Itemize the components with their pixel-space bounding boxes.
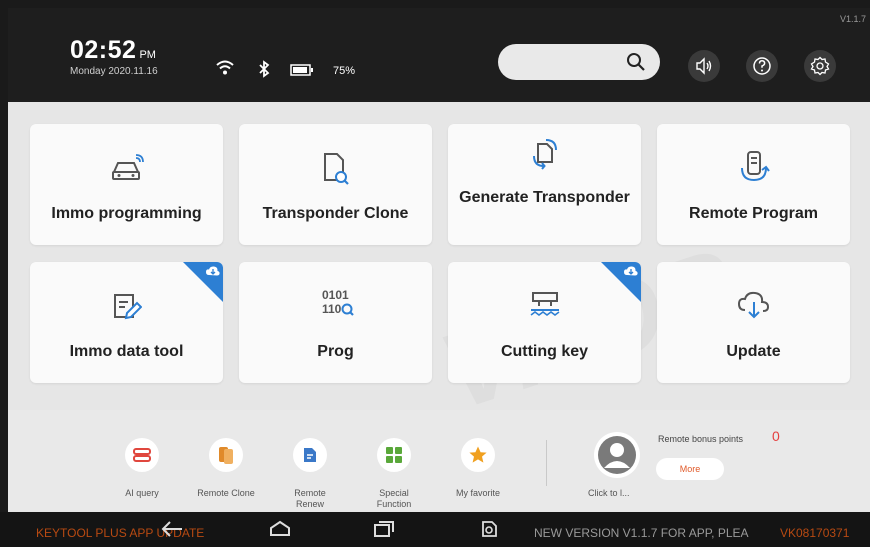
more-button[interactable]: More [656,458,724,480]
system-navigation-bar: KEYTOOL PLUS APP UPDATE NEW VERSION V1.1… [0,512,870,547]
home-icon[interactable] [268,520,292,543]
tile-label: Update [726,343,781,360]
cloud-download-icon [206,265,220,283]
ticker-message-right: NEW VERSION V1.1.7 FOR APP, PLEA [534,526,749,540]
tile-immo-programming[interactable]: Immo programming [30,124,223,245]
tool-remote-clone[interactable]: Remote Clone [196,430,256,499]
clock-date: Monday 2020.11.16 [70,66,158,77]
tile-label: Generate Transponder [459,189,630,206]
volume-button[interactable] [688,50,720,82]
tool-label: Special Function [376,488,412,509]
car-icon [110,154,144,189]
key-cutting-icon [527,290,563,325]
tile-label: Cutting key [500,343,589,360]
tool-special-function[interactable]: Special Function [364,430,424,510]
tile-generate-transponder[interactable]: Generate Transponder [448,124,641,245]
tile-label: Remote Program [689,205,818,222]
clock-ampm: PM [139,49,156,61]
remote-renew-icon [293,438,327,472]
help-button[interactable] [746,50,778,82]
toolbar-divider [546,440,547,486]
cloud-download-icon [624,265,638,283]
tile-prog[interactable]: 0101 110 Prog [239,262,432,383]
login-label[interactable]: Click to l... [588,488,630,498]
wifi-icon [216,60,234,81]
search-icon[interactable] [626,52,646,77]
user-avatar[interactable] [594,432,640,478]
top-status-bar: V1.1.7 02:52 PM Monday 2020.11.16 75% [8,8,870,102]
version-label: V1.1.7 [839,14,866,24]
device-serial: VK08170371 [780,526,850,540]
tile-remote-program[interactable]: Remote Program [657,124,850,245]
tile-update[interactable]: Update [657,262,850,383]
clock-time: 02:52 [70,36,137,64]
tile-immo-data-tool[interactable]: Immo data tool [30,262,223,383]
ai-query-icon [125,438,159,472]
tile-label: Immo data tool [69,343,184,360]
tile-cutting-key[interactable]: Cutting key [448,262,641,383]
svg-text:110: 110 [322,302,342,316]
svg-text:0101: 0101 [322,288,349,302]
recent-apps-icon[interactable] [372,520,396,543]
cloud-download-icon [737,290,771,325]
tool-ai-query[interactable]: AI query [112,430,172,499]
bonus-points-label: Remote bonus points [658,434,744,444]
clock: 02:52 PM Monday 2020.11.16 [70,36,158,77]
tool-label: My favorite [455,488,500,498]
battery-icon [290,63,314,81]
back-icon[interactable] [160,520,184,543]
tool-my-favorite[interactable]: My favorite [448,430,508,499]
device-screen: V1.1.7 02:52 PM Monday 2020.11.16 75% Im… [0,0,870,547]
bluetooth-icon [258,60,270,83]
tool-label: Remote Renew [294,488,326,509]
bonus-points-value: 0 [772,428,780,444]
remote-clone-icon [209,438,243,472]
binary-search-icon: 0101 110 [316,286,356,325]
search-input[interactable] [498,44,660,80]
special-function-icon [377,438,411,472]
tool-remote-renew[interactable]: Remote Renew [280,430,340,510]
edit-document-icon [112,292,142,327]
battery-level: 75% [333,65,356,77]
document-search-icon [321,152,351,191]
tile-label: Transponder Clone [262,205,409,222]
tool-label: Remote Clone [197,488,255,498]
remote-sync-icon [738,150,770,189]
tool-label: AI query [125,488,159,498]
transponder-generate-icon [530,138,560,175]
screenshot-search-icon[interactable] [480,520,500,543]
tile-label: Prog [317,343,354,360]
bottom-toolbar: AI query Remote Clone Remote Renew Speci… [8,410,870,510]
settings-button[interactable] [804,50,836,82]
star-icon [461,438,495,472]
tile-transponder-clone[interactable]: Transponder Clone [239,124,432,245]
tile-label: Immo programming [51,205,202,222]
